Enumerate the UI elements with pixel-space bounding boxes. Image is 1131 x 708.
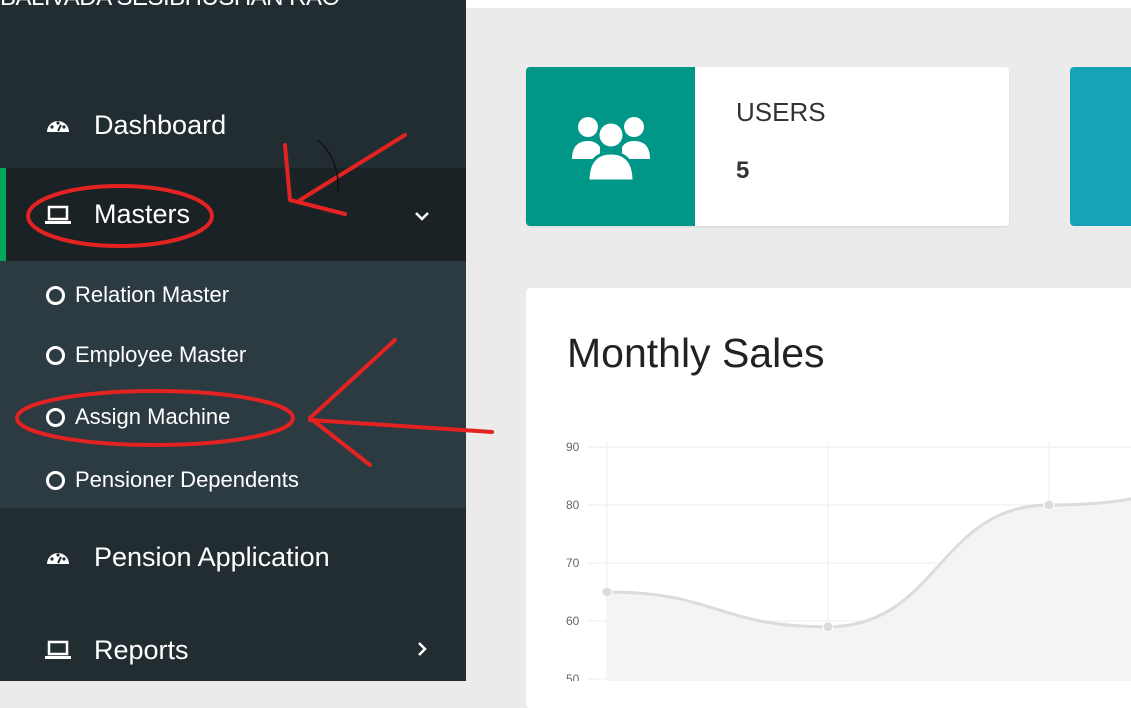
submenu-item-employee-master[interactable]: Employee Master	[46, 338, 246, 372]
circle-icon	[46, 345, 65, 365]
sidebar-item-masters[interactable]: Masters	[0, 168, 466, 261]
sidebar-item-dashboard[interactable]: Dashboard	[0, 95, 466, 155]
sidebar-item-label: Reports	[94, 634, 189, 665]
series-area	[607, 498, 1131, 681]
top-navbar	[466, 0, 1131, 8]
data-point[interactable]	[601, 586, 613, 598]
sidebar-item-reports[interactable]: Reports	[0, 620, 466, 680]
circle-icon	[46, 470, 65, 490]
sidebar-item-label: Dashboard	[94, 109, 227, 140]
user-name: BALIVADA SESIBHUSHAN RAO	[0, 0, 466, 14]
masters-submenu: Relation Master Employee Master Assign M…	[0, 261, 466, 508]
sidebar-item-pension-application[interactable]: Pension Application	[0, 527, 466, 587]
laptop-icon	[38, 635, 78, 665]
y-tick-label: 90	[566, 440, 580, 454]
submenu-item-pensioner-dependents[interactable]: Pensioner Dependents	[46, 463, 299, 497]
y-tick-label: 60	[566, 614, 580, 628]
dashboard-icon	[38, 542, 78, 572]
chevron-down-icon	[402, 202, 442, 228]
sidebar-item-label: Pension Application	[94, 541, 330, 572]
dashboard-icon	[38, 110, 78, 140]
info-box-label: USERS	[736, 97, 826, 127]
y-tick-label: 80	[566, 498, 580, 512]
data-point[interactable]	[1043, 499, 1055, 511]
y-tick-label: 70	[566, 556, 580, 570]
sidebar: BALIVADA SESIBHUSHAN RAO Dashboard Maste…	[0, 0, 466, 681]
monthly-sales-chart: 90 80 70 60 50	[566, 440, 1131, 681]
submenu-item-assign-machine[interactable]: Assign Machine	[46, 400, 230, 434]
submenu-item-label: Assign Machine	[75, 404, 231, 429]
sidebar-item-label: Masters	[94, 199, 191, 229]
submenu-item-relation-master[interactable]: Relation Master	[46, 278, 229, 312]
circle-icon	[46, 407, 65, 427]
users-info-box: USERS 5	[526, 67, 1009, 226]
data-point[interactable]	[822, 621, 834, 633]
info-box-value: 5	[736, 157, 750, 184]
y-tick-label: 50	[566, 672, 580, 681]
submenu-item-label: Relation Master	[75, 282, 230, 307]
laptop-icon	[38, 200, 78, 230]
submenu-item-label: Employee Master	[75, 342, 247, 367]
second-info-box	[1070, 67, 1131, 226]
submenu-item-label: Pensioner Dependents	[75, 467, 299, 492]
users-icon	[526, 67, 695, 226]
circle-icon	[46, 285, 65, 305]
chart-title: Monthly Sales	[567, 330, 825, 376]
chevron-right-icon	[402, 637, 442, 663]
